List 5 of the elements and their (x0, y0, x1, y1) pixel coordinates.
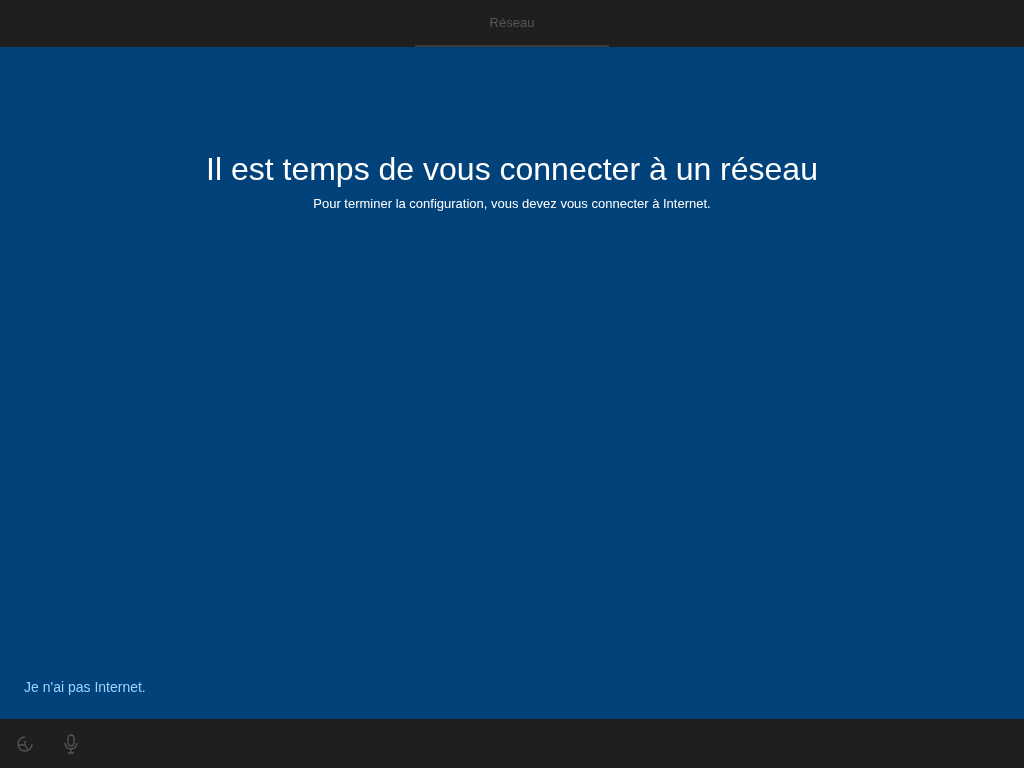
microphone-icon[interactable] (64, 733, 78, 754)
page-subtitle: Pour terminer la configuration, vous devez vous connecter à Internet. (313, 196, 711, 211)
page-heading: Il est temps de vous connecter à un réseau (206, 151, 818, 188)
accessibility-icon[interactable] (16, 734, 34, 753)
no-internet-link[interactable]: Je n'ai pas Internet. (24, 679, 146, 695)
